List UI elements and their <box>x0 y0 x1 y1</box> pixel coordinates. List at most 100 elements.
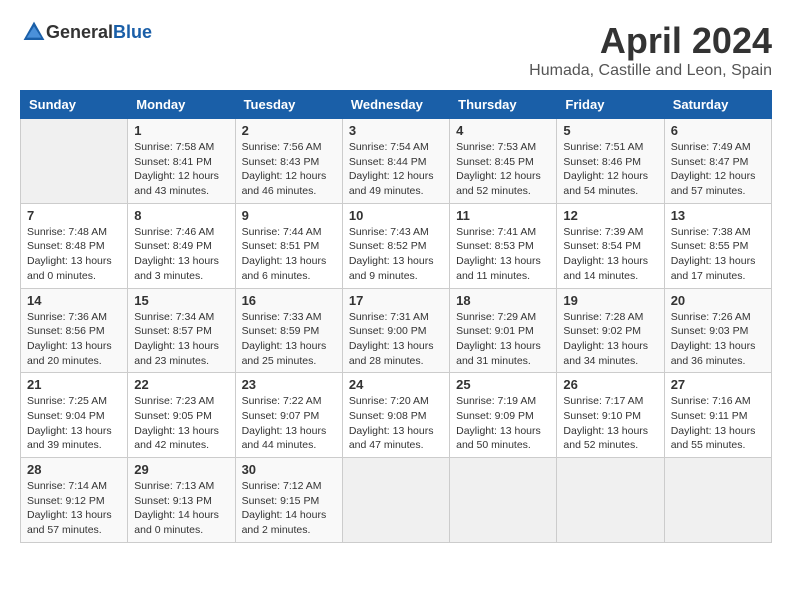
day-number: 16 <box>242 293 336 308</box>
calendar-cell: 16 Sunrise: 7:33 AM Sunset: 8:59 PM Dayli… <box>235 288 342 373</box>
day-number: 11 <box>456 208 550 223</box>
day-info: Sunrise: 7:49 AM Sunset: 8:47 PM Dayligh… <box>671 140 765 199</box>
calendar-cell: 14 Sunrise: 7:36 AM Sunset: 8:56 PM Dayli… <box>21 288 128 373</box>
calendar-cell: 21 Sunrise: 7:25 AM Sunset: 9:04 PM Dayli… <box>21 373 128 458</box>
calendar-cell <box>664 458 771 543</box>
header-day-sunday: Sunday <box>21 91 128 119</box>
day-number: 18 <box>456 293 550 308</box>
calendar-cell <box>21 119 128 204</box>
week-row-3: 14 Sunrise: 7:36 AM Sunset: 8:56 PM Dayli… <box>21 288 772 373</box>
calendar-cell: 26 Sunrise: 7:17 AM Sunset: 9:10 PM Dayli… <box>557 373 664 458</box>
day-number: 21 <box>27 377 121 392</box>
day-info: Sunrise: 7:41 AM Sunset: 8:53 PM Dayligh… <box>456 225 550 284</box>
calendar-cell: 8Sunrise: 7:46 AM Sunset: 8:49 PM Daylig… <box>128 203 235 288</box>
week-row-4: 21 Sunrise: 7:25 AM Sunset: 9:04 PM Dayli… <box>21 373 772 458</box>
day-info: Sunrise: 7:20 AM Sunset: 9:08 PM Dayligh… <box>349 394 443 453</box>
calendar-cell: 13 Sunrise: 7:38 AM Sunset: 8:55 PM Dayli… <box>664 203 771 288</box>
week-row-1: 1 Sunrise: 7:58 AM Sunset: 8:41 PM Daylig… <box>21 119 772 204</box>
calendar-cell: 20 Sunrise: 7:26 AM Sunset: 9:03 PM Dayli… <box>664 288 771 373</box>
day-info: Sunrise: 7:58 AM Sunset: 8:41 PM Dayligh… <box>134 140 228 199</box>
day-info: Sunrise: 7:16 AM Sunset: 9:11 PM Dayligh… <box>671 394 765 453</box>
day-number: 13 <box>671 208 765 223</box>
day-number: 3 <box>349 123 443 138</box>
logo-icon <box>22 20 46 44</box>
day-number: 15 <box>134 293 228 308</box>
day-number: 9 <box>242 208 336 223</box>
day-number: 1 <box>134 123 228 138</box>
week-row-2: 7Sunrise: 7:48 AM Sunset: 8:48 PM Daylig… <box>21 203 772 288</box>
calendar-cell: 25Sunrise: 7:19 AM Sunset: 9:09 PM Dayli… <box>450 373 557 458</box>
day-number: 24 <box>349 377 443 392</box>
day-info: Sunrise: 7:44 AM Sunset: 8:51 PM Dayligh… <box>242 225 336 284</box>
day-info: Sunrise: 7:38 AM Sunset: 8:55 PM Dayligh… <box>671 225 765 284</box>
day-number: 10 <box>349 208 443 223</box>
calendar-cell: 18 Sunrise: 7:29 AM Sunset: 9:01 PM Dayli… <box>450 288 557 373</box>
day-number: 4 <box>456 123 550 138</box>
day-number: 28 <box>27 462 121 477</box>
day-number: 12 <box>563 208 657 223</box>
calendar-cell: 3 Sunrise: 7:54 AM Sunset: 8:44 PM Daylig… <box>342 119 449 204</box>
day-info: Sunrise: 7:39 AM Sunset: 8:54 PM Dayligh… <box>563 225 657 284</box>
calendar-cell <box>342 458 449 543</box>
day-info: Sunrise: 7:17 AM Sunset: 9:10 PM Dayligh… <box>563 394 657 453</box>
header-row: SundayMondayTuesdayWednesdayThursdayFrid… <box>21 91 772 119</box>
day-info: Sunrise: 7:33 AM Sunset: 8:59 PM Dayligh… <box>242 310 336 369</box>
calendar-cell: 24 Sunrise: 7:20 AM Sunset: 9:08 PM Dayli… <box>342 373 449 458</box>
calendar-cell: 11 Sunrise: 7:41 AM Sunset: 8:53 PM Dayli… <box>450 203 557 288</box>
day-number: 30 <box>242 462 336 477</box>
calendar-header: SundayMondayTuesdayWednesdayThursdayFrid… <box>21 91 772 119</box>
day-number: 19 <box>563 293 657 308</box>
calendar-cell: 27 Sunrise: 7:16 AM Sunset: 9:11 PM Dayli… <box>664 373 771 458</box>
logo-blue: Blue <box>113 22 152 42</box>
calendar-cell: 1 Sunrise: 7:58 AM Sunset: 8:41 PM Daylig… <box>128 119 235 204</box>
day-info: Sunrise: 7:26 AM Sunset: 9:03 PM Dayligh… <box>671 310 765 369</box>
day-info: Sunrise: 7:53 AM Sunset: 8:45 PM Dayligh… <box>456 140 550 199</box>
day-number: 5 <box>563 123 657 138</box>
header-day-wednesday: Wednesday <box>342 91 449 119</box>
header-day-tuesday: Tuesday <box>235 91 342 119</box>
day-info: Sunrise: 7:28 AM Sunset: 9:02 PM Dayligh… <box>563 310 657 369</box>
day-info: Sunrise: 7:54 AM Sunset: 8:44 PM Dayligh… <box>349 140 443 199</box>
calendar-cell: 22 Sunrise: 7:23 AM Sunset: 9:05 PM Dayli… <box>128 373 235 458</box>
day-number: 26 <box>563 377 657 392</box>
calendar-cell: 6 Sunrise: 7:49 AM Sunset: 8:47 PM Daylig… <box>664 119 771 204</box>
calendar-cell: 15 Sunrise: 7:34 AM Sunset: 8:57 PM Dayli… <box>128 288 235 373</box>
day-info: Sunrise: 7:31 AM Sunset: 9:00 PM Dayligh… <box>349 310 443 369</box>
logo-general: General <box>46 22 113 42</box>
calendar-cell: 30Sunrise: 7:12 AM Sunset: 9:15 PM Dayli… <box>235 458 342 543</box>
calendar-cell: 29Sunrise: 7:13 AM Sunset: 9:13 PM Dayli… <box>128 458 235 543</box>
header-day-friday: Friday <box>557 91 664 119</box>
logo: GeneralBlue <box>20 20 152 44</box>
day-number: 6 <box>671 123 765 138</box>
day-info: Sunrise: 7:25 AM Sunset: 9:04 PM Dayligh… <box>27 394 121 453</box>
calendar-subtitle: Humada, Castille and Leon, Spain <box>529 62 772 80</box>
day-number: 20 <box>671 293 765 308</box>
day-number: 17 <box>349 293 443 308</box>
calendar-cell <box>557 458 664 543</box>
day-number: 2 <box>242 123 336 138</box>
header-day-saturday: Saturday <box>664 91 771 119</box>
day-info: Sunrise: 7:48 AM Sunset: 8:48 PM Dayligh… <box>27 225 121 284</box>
day-info: Sunrise: 7:13 AM Sunset: 9:13 PM Dayligh… <box>134 479 228 538</box>
calendar-cell: 28 Sunrise: 7:14 AM Sunset: 9:12 PM Dayli… <box>21 458 128 543</box>
day-number: 27 <box>671 377 765 392</box>
header-day-monday: Monday <box>128 91 235 119</box>
day-info: Sunrise: 7:29 AM Sunset: 9:01 PM Dayligh… <box>456 310 550 369</box>
day-info: Sunrise: 7:36 AM Sunset: 8:56 PM Dayligh… <box>27 310 121 369</box>
calendar-cell: 23 Sunrise: 7:22 AM Sunset: 9:07 PM Dayli… <box>235 373 342 458</box>
day-number: 23 <box>242 377 336 392</box>
day-info: Sunrise: 7:22 AM Sunset: 9:07 PM Dayligh… <box>242 394 336 453</box>
week-row-5: 28 Sunrise: 7:14 AM Sunset: 9:12 PM Dayli… <box>21 458 772 543</box>
day-info: Sunrise: 7:14 AM Sunset: 9:12 PM Dayligh… <box>27 479 121 538</box>
day-info: Sunrise: 7:34 AM Sunset: 8:57 PM Dayligh… <box>134 310 228 369</box>
calendar-cell: 12 Sunrise: 7:39 AM Sunset: 8:54 PM Dayli… <box>557 203 664 288</box>
day-number: 8 <box>134 208 228 223</box>
calendar-cell: 17 Sunrise: 7:31 AM Sunset: 9:00 PM Dayli… <box>342 288 449 373</box>
calendar-title: April 2024 <box>529 20 772 62</box>
day-info: Sunrise: 7:23 AM Sunset: 9:05 PM Dayligh… <box>134 394 228 453</box>
day-number: 14 <box>27 293 121 308</box>
calendar-body: 1 Sunrise: 7:58 AM Sunset: 8:41 PM Daylig… <box>21 119 772 543</box>
day-number: 22 <box>134 377 228 392</box>
calendar-cell: 9 Sunrise: 7:44 AM Sunset: 8:51 PM Daylig… <box>235 203 342 288</box>
day-info: Sunrise: 7:56 AM Sunset: 8:43 PM Dayligh… <box>242 140 336 199</box>
